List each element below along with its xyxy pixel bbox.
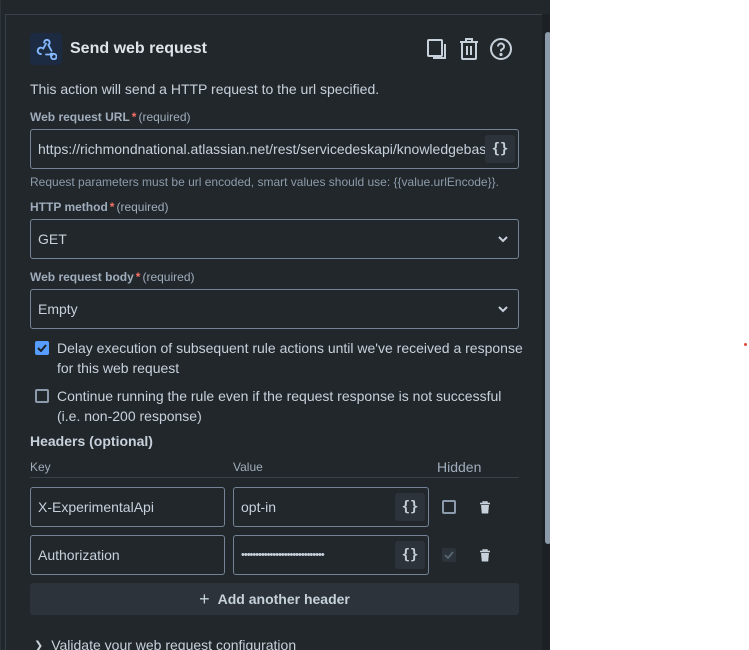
help-icon[interactable] bbox=[489, 36, 513, 62]
trash-icon[interactable] bbox=[477, 547, 493, 563]
header-value-masked: ••••••••••••••••••••••••••••• bbox=[241, 549, 325, 561]
chevron-right-icon: ❯ bbox=[34, 639, 44, 650]
panel-header: Send web request bbox=[30, 33, 207, 65]
header-key-value: X-ExperimentalApi bbox=[38, 499, 154, 515]
chevron-down-icon bbox=[488, 235, 518, 243]
header-key-value: Authorization bbox=[38, 547, 120, 563]
validate-section-toggle[interactable]: ❯ Validate your web request configuratio… bbox=[34, 637, 296, 650]
trash-icon[interactable] bbox=[477, 499, 493, 515]
header-value-value: opt-in bbox=[241, 499, 277, 515]
body-label-text: Web request body bbox=[30, 270, 134, 284]
hidden-checkbox[interactable] bbox=[442, 500, 456, 514]
url-hint: Request parameters must be url encoded, … bbox=[30, 175, 499, 189]
scrollbar-thumb[interactable] bbox=[545, 32, 550, 544]
smart-value-button[interactable]: {} bbox=[395, 493, 425, 521]
delay-option: Delay execution of subsequent rule actio… bbox=[35, 338, 527, 378]
hidden-column-header: Hidden bbox=[437, 459, 482, 475]
add-header-label: Add another header bbox=[217, 591, 350, 607]
url-label: Web request URL * (required) bbox=[30, 110, 191, 124]
panel-border-left bbox=[5, 14, 6, 650]
header-divider bbox=[30, 477, 519, 478]
duplicate-icon[interactable] bbox=[425, 36, 449, 62]
url-label-text: Web request URL bbox=[30, 110, 130, 124]
body-select[interactable]: Empty bbox=[30, 289, 519, 329]
delay-checkbox[interactable] bbox=[35, 341, 49, 355]
action-config-panel: Send web request This action will send a… bbox=[0, 0, 550, 650]
header-key-input[interactable]: X-ExperimentalApi bbox=[30, 487, 225, 527]
action-description: This action will send a HTTP request to … bbox=[30, 81, 380, 97]
add-header-button[interactable]: + Add another header bbox=[30, 583, 519, 615]
required-text: (required) bbox=[138, 110, 191, 124]
url-input-value: https://richmondnational.atlassian.net/r… bbox=[38, 141, 485, 157]
delay-label: Delay execution of subsequent rule actio… bbox=[57, 340, 523, 376]
header-value-input[interactable]: ••••••••••••••••••••••••••••• {} bbox=[233, 535, 429, 575]
body-label: Web request body * (required) bbox=[30, 270, 195, 284]
url-input[interactable]: https://richmondnational.atlassian.net/r… bbox=[30, 129, 519, 169]
chevron-down-icon bbox=[488, 305, 518, 313]
required-star: * bbox=[109, 200, 115, 214]
continue-option: Continue running the rule even if the re… bbox=[35, 386, 527, 426]
method-select-value: GET bbox=[38, 231, 67, 247]
continue-label: Continue running the rule even if the re… bbox=[57, 388, 502, 424]
required-star: * bbox=[131, 110, 137, 124]
method-label: HTTP method * (required) bbox=[30, 200, 168, 214]
continue-checkbox[interactable] bbox=[35, 389, 49, 403]
key-column-header: Key bbox=[30, 460, 51, 474]
header-actions bbox=[425, 36, 513, 62]
method-label-text: HTTP method bbox=[30, 200, 108, 214]
required-text: (required) bbox=[142, 270, 195, 284]
webhook-icon bbox=[30, 33, 62, 65]
body-select-value: Empty bbox=[38, 301, 78, 317]
header-value-input[interactable]: opt-in {} bbox=[233, 487, 429, 527]
delete-icon[interactable] bbox=[457, 36, 481, 62]
header-key-input[interactable]: Authorization bbox=[30, 535, 225, 575]
panel-title: Send web request bbox=[70, 40, 207, 57]
required-text: (required) bbox=[116, 200, 169, 214]
value-column-header: Value bbox=[233, 460, 263, 474]
method-select[interactable]: GET bbox=[30, 219, 519, 259]
hidden-checkbox-checked[interactable] bbox=[442, 548, 456, 562]
marker-dot bbox=[744, 343, 747, 346]
smart-value-button[interactable]: {} bbox=[485, 135, 515, 163]
validate-label: Validate your web request configuration bbox=[51, 637, 297, 650]
plus-icon: + bbox=[199, 588, 210, 609]
smart-value-button[interactable]: {} bbox=[395, 541, 425, 569]
headers-title: Headers (optional) bbox=[30, 433, 153, 449]
panel-border-top bbox=[5, 14, 550, 15]
required-star: * bbox=[135, 270, 141, 284]
